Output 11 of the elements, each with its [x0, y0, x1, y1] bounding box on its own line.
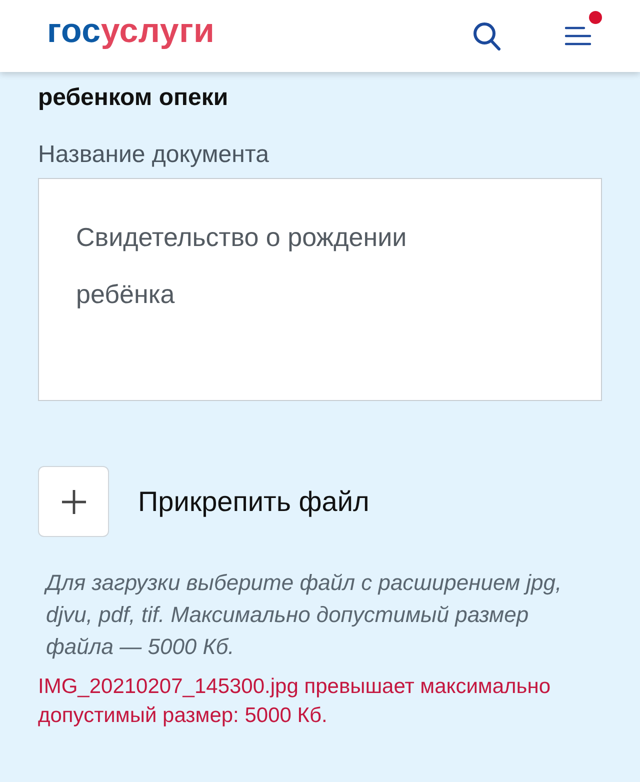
attach-file-label[interactable]: Прикрепить файл — [138, 486, 370, 518]
menu-icon — [565, 26, 591, 46]
document-name-label: Название документа — [38, 141, 270, 169]
upload-hint: Для загрузки выберите файл с расширением jpg, djvu, pdf, tif. Максимально допустимый размер файла — 5000 Кб. — [46, 569, 563, 661]
search-icon — [473, 22, 501, 50]
site-logo[interactable]: госуслуги — [47, 14, 215, 48]
section-title: ребенком опеки — [38, 84, 230, 112]
attach-file-button[interactable] — [38, 466, 109, 537]
file-size-error: IMG_20210207_145300.jpg превышает максимально допустимый размер: 5000 Кб. — [38, 674, 552, 729]
plus-icon — [62, 490, 86, 514]
document-name-field[interactable]: Свидетельство о рождении ребёнка — [38, 178, 602, 401]
